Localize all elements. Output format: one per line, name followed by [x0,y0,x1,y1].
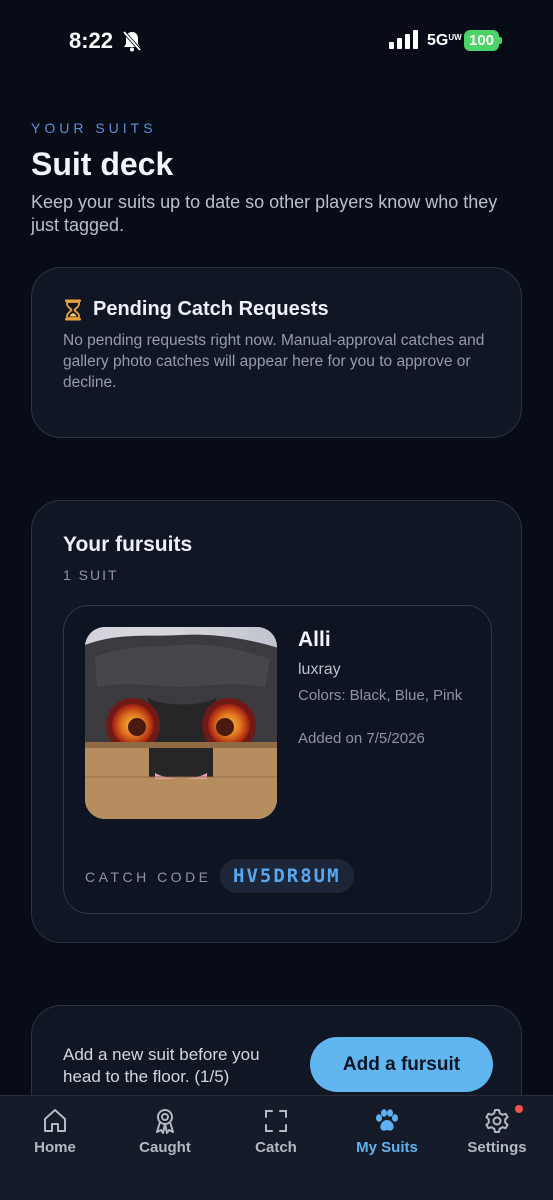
suit-species: luxray [298,661,341,678]
tab-label: Home [34,1139,76,1156]
tab-label: Catch [255,1139,297,1156]
award-icon [156,1109,174,1134]
suit-colors: Colors: Black, Blue, Pink [298,687,463,704]
catch-code[interactable]: HV5DR8UM [220,859,354,893]
status-bar: 8:22 5GUW 100 [0,0,553,84]
battery-icon: 100 [464,30,502,51]
suit-photo-image [85,627,277,819]
suit-count: 1 SUIT [63,567,119,583]
suit-name: Alli [298,628,331,651]
battery-level: 100 [464,30,499,51]
add-suit-text: Add a new suit before you head to the fl… [63,1045,260,1086]
suit-photo [85,627,277,819]
tab-label: Settings [467,1139,527,1156]
page-title: Suit deck [31,146,174,182]
tab-caught[interactable]: Caught [110,1096,220,1176]
signal-icon [389,30,418,49]
page-subtitle: Keep your suits up to date so other play… [31,192,498,235]
tab-label: My Suits [356,1139,418,1156]
tab-bar: Home Caught Catch My Suits Settings [0,1095,553,1200]
notification-badge [515,1105,523,1113]
section-eyebrow: YOUR SUITS [31,120,157,136]
pending-requests-title: Pending Catch Requests [93,298,329,320]
home-icon [44,1109,66,1132]
paw-icon [376,1109,398,1131]
scan-icon [265,1110,287,1132]
fursuits-title: Your fursuits [63,533,193,556]
tab-label: Caught [139,1139,191,1156]
tab-catch[interactable]: Catch [221,1096,331,1176]
hourglass-icon [65,299,81,320]
battery-nub [499,37,502,44]
catch-code-label: CATCH CODE [85,869,212,885]
add-fursuit-button[interactable]: Add a fursuit [310,1037,493,1092]
fursuits-card: Your fursuits 1 SUIT Alli luxray Colors:… [31,500,522,943]
tab-home[interactable]: Home [0,1096,110,1176]
network-suffix: UW [448,33,462,42]
network-label: 5G [427,32,449,49]
suit-added-date: Added on 7/5/2026 [298,730,425,747]
gear-icon [485,1109,509,1133]
status-time: 8:22 [69,28,114,53]
pending-requests-text: No pending requests right now. Manual-ap… [63,332,485,391]
bell-off-icon [122,30,142,52]
tab-settings[interactable]: Settings [442,1096,552,1176]
pending-requests-header: Pending Catch Requests [63,298,329,321]
pending-requests-card: Pending Catch Requests No pending reques… [31,267,522,438]
tab-my-suits[interactable]: My Suits [332,1096,442,1176]
network-type: 5GUW [427,32,462,50]
suit-card[interactable]: Alli luxray Colors: Black, Blue, Pink Ad… [63,605,492,914]
